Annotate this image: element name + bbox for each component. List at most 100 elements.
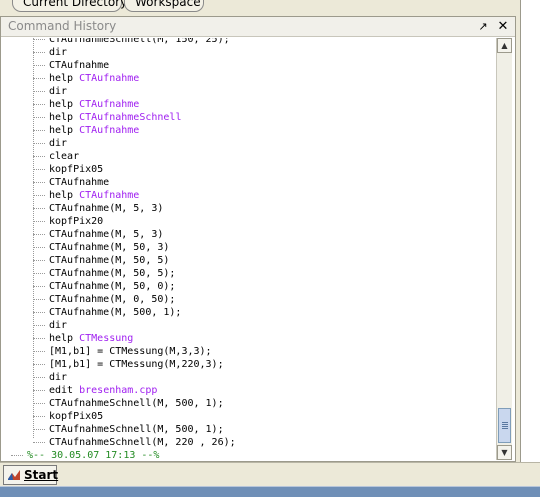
history-entry[interactable]: dir <box>5 319 67 332</box>
history-entry[interactable]: CTAufnahme(M, 5, 3) <box>5 202 163 215</box>
history-entry[interactable]: help CTAufnahme <box>5 72 139 85</box>
history-argument: CTMessung <box>79 333 134 344</box>
history-entry[interactable]: CTAufnahme <box>5 59 109 72</box>
tree-branch <box>33 51 45 53</box>
scroll-thumb[interactable] <box>498 408 511 443</box>
tree-branch <box>33 207 45 209</box>
tree-branch <box>33 181 45 183</box>
vertical-scrollbar[interactable]: ▲ ▼ <box>496 38 512 460</box>
history-entry[interactable]: dir <box>5 137 67 150</box>
history-entry[interactable]: kopfPix05 <box>5 410 103 423</box>
history-command: dir <box>49 320 68 331</box>
history-command: help <box>49 112 80 123</box>
history-entry[interactable]: CTAufnahme(M, 50, 5); <box>5 267 175 280</box>
tree-branch <box>33 77 45 79</box>
tree-branch <box>33 64 45 66</box>
tree-branch <box>33 350 45 352</box>
matlab-logo-icon <box>8 470 20 480</box>
history-entry[interactable]: CTAufnahme(M, 0, 50); <box>5 293 175 306</box>
history-command: CTAufnahme(M, 500, 1); <box>49 307 182 318</box>
history-entry[interactable]: help CTAufnahme <box>5 189 139 202</box>
right-window-edge <box>516 0 540 462</box>
history-command: CTAufnahme <box>49 177 110 188</box>
tree-branch <box>33 168 45 170</box>
tree-branch <box>33 298 45 300</box>
history-command: help <box>49 190 80 201</box>
history-entry[interactable]: CTAufnahmeSchnell(M, 500, 1); <box>5 397 224 410</box>
history-argument: CTAufnahmeSchnell <box>79 112 182 123</box>
history-entry[interactable]: [M1,b1] = CTMessung(M,220,3); <box>5 358 224 371</box>
panel-title: Command History <box>8 19 117 33</box>
history-entry[interactable]: CTAufnahme <box>5 176 109 189</box>
tab-workspace[interactable]: Workspace <box>124 0 204 12</box>
tree-branch <box>33 363 45 365</box>
tree-branch <box>33 402 45 404</box>
history-entry[interactable]: CTAufnahme(M, 50, 3) <box>5 241 169 254</box>
history-entry[interactable]: CTAufnahme(M, 50, 5) <box>5 254 169 267</box>
tree-branch <box>33 285 45 287</box>
tree-branch <box>33 311 45 313</box>
history-entry[interactable]: CTAufnahmeSchnell(M, 150, 25); <box>5 38 230 46</box>
history-command: CTAufnahme(M, 0, 50); <box>49 294 176 305</box>
history-command: dir <box>49 86 68 97</box>
history-command: help <box>49 333 80 344</box>
start-button[interactable]: Start <box>3 465 59 485</box>
history-command: kopfPix20 <box>49 216 104 227</box>
history-command: dir <box>49 372 68 383</box>
scroll-down-button[interactable]: ▼ <box>497 445 512 460</box>
history-command: help <box>49 99 80 110</box>
history-command: kopfPix05 <box>49 164 104 175</box>
tree-branch <box>33 233 45 235</box>
history-command: dir <box>49 47 68 58</box>
history-entry[interactable]: [M1,b1] = CTMessung(M,3,3); <box>5 345 212 358</box>
history-entry[interactable]: help CTAufnahme <box>5 124 139 137</box>
history-argument: bresenham.cpp <box>79 385 158 396</box>
history-command: CTAufnahme <box>49 60 110 71</box>
history-entry[interactable]: CTAufnahmeSchnell(M, 220 , 26); <box>5 436 236 449</box>
history-entry[interactable]: help CTAufnahme <box>5 98 139 111</box>
history-command: CTAufnahme(M, 5, 3) <box>49 229 164 240</box>
history-entry[interactable]: CTAufnahme(M, 5, 3) <box>5 228 163 241</box>
history-entry[interactable]: edit bresenham.cpp <box>5 384 157 397</box>
tree-branch <box>33 428 45 430</box>
history-command: [M1,b1] = CTMessung(M,3,3); <box>49 346 212 357</box>
history-argument: CTAufnahme <box>79 73 140 84</box>
history-list: CTAufnahmeSchnell(M, 150, 25); dir CTAufna… <box>5 38 495 460</box>
command-history-panel: Command History ↗ ✕ CTAufnahmeSchnell(M,… <box>0 16 516 462</box>
history-entry[interactable]: kopfPix20 <box>5 215 103 228</box>
tree-branch <box>33 441 45 443</box>
history-entry[interactable]: kopfPix05 <box>5 163 103 176</box>
history-entry[interactable]: CTAufnahmeSchnell(M, 500, 1); <box>5 423 224 436</box>
tree-branch <box>33 90 45 92</box>
history-command: [M1,b1] = CTMessung(M,220,3); <box>49 359 224 370</box>
tree-branch <box>33 389 45 391</box>
tree-branch <box>33 38 45 40</box>
tab-current-directory[interactable]: Current Directory <box>12 0 127 12</box>
history-command: CTAufnahmeSchnell(M, 500, 1); <box>49 424 224 435</box>
grip-icon <box>502 422 508 430</box>
tree-branch <box>33 220 45 222</box>
panel-title-bar: Command History ↗ ✕ <box>1 17 515 37</box>
tree-branch <box>33 129 45 131</box>
tree-branch <box>33 324 45 326</box>
history-entry[interactable]: CTAufnahme(M, 50, 0); <box>5 280 175 293</box>
undock-arrow-icon[interactable]: ↗ <box>475 19 491 35</box>
history-entry[interactable]: dir <box>5 85 67 98</box>
history-entry[interactable]: dir <box>5 46 67 59</box>
history-command: kopfPix05 <box>49 411 104 422</box>
history-entry[interactable]: CTAufnahme(M, 500, 1); <box>5 306 181 319</box>
history-argument: CTAufnahme <box>79 125 140 136</box>
close-icon[interactable]: ✕ <box>495 19 511 35</box>
taskbar <box>0 486 540 497</box>
scroll-up-button[interactable]: ▲ <box>497 38 512 53</box>
tree-branch <box>33 376 45 378</box>
session-separator[interactable]: %-- 30.05.07 17:13 --% <box>5 449 159 460</box>
history-command: edit <box>49 385 80 396</box>
history-entry[interactable]: help CTAufnahmeSchnell <box>5 111 181 124</box>
start-label: Start <box>24 468 59 482</box>
history-entry[interactable]: clear <box>5 150 79 163</box>
tree-branch <box>33 116 45 118</box>
history-entry[interactable]: dir <box>5 371 67 384</box>
tree-branch <box>11 454 23 456</box>
history-entry[interactable]: help CTMessung <box>5 332 133 345</box>
